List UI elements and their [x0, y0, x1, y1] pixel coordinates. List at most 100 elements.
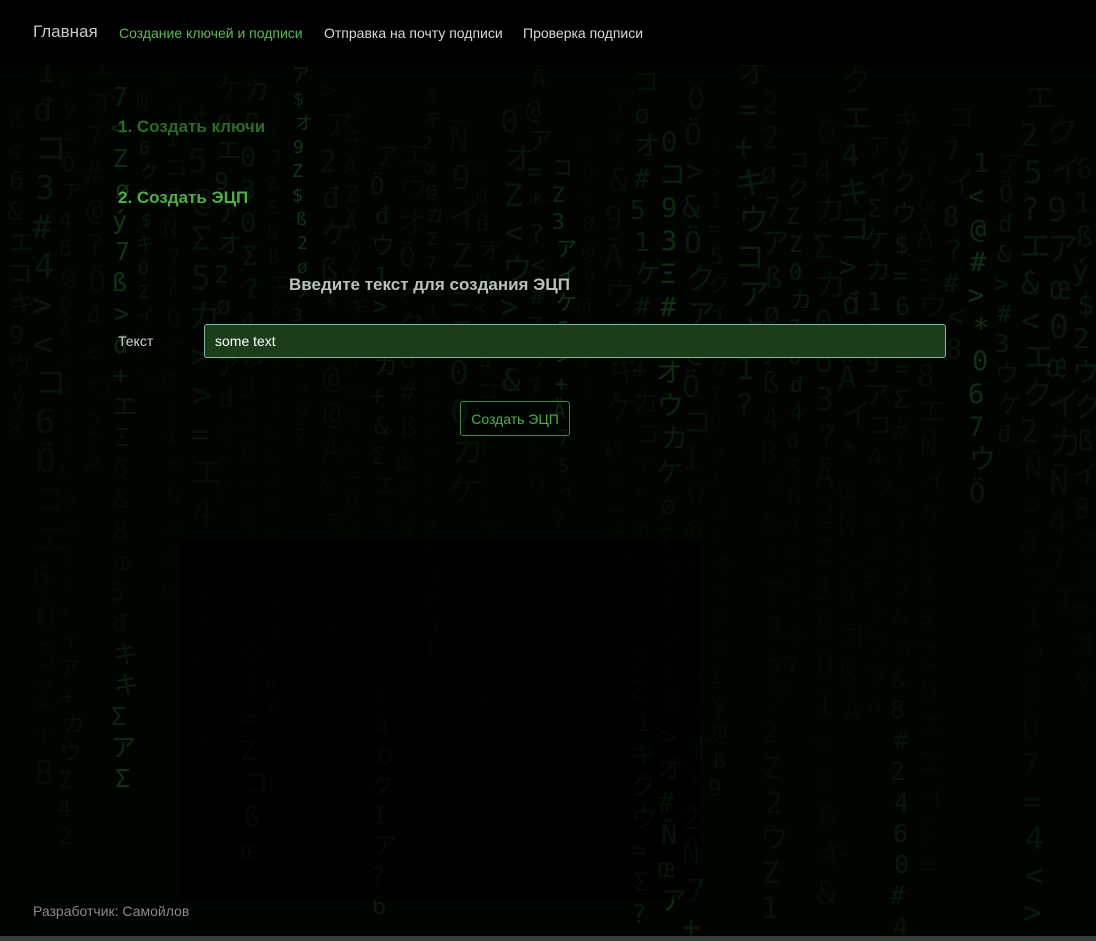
matrix-glyph: 9 — [708, 777, 721, 802]
matrix-glyph: ク — [348, 99, 370, 124]
nav-brand-home[interactable]: Главная — [33, 22, 98, 42]
matrix-glyph: & — [762, 506, 780, 540]
matrix-glyph: キ — [817, 836, 849, 874]
matrix-glyph: 2 — [319, 145, 337, 180]
matrix-glyph: 9 — [869, 659, 884, 688]
matrix-glyph: オ — [656, 358, 683, 389]
matrix-glyph: エ — [919, 709, 948, 743]
matrix-glyph: $ — [1077, 288, 1094, 321]
matrix-glyph: 4 — [894, 788, 909, 817]
matrix-glyph: 2 — [214, 477, 229, 506]
matrix-glyph: # — [864, 566, 879, 595]
matrix-glyph: ø — [660, 490, 676, 521]
matrix-glyph: = — [895, 354, 910, 383]
matrix-glyph: 4 — [708, 469, 721, 494]
create-signature-button[interactable]: Создать ЭЦП — [460, 401, 570, 436]
matrix-glyph: ? — [167, 244, 181, 272]
matrix-glyph: 2 — [1073, 322, 1090, 355]
matrix-glyph: ア — [865, 380, 890, 409]
matrix-glyph: ウ — [371, 232, 395, 260]
matrix-glyph: カ — [866, 256, 891, 285]
matrix-glyph: ý — [63, 97, 76, 122]
matrix-glyph: 0 — [240, 208, 256, 239]
matrix-glyph: # — [893, 416, 908, 445]
matrix-glyph: 5 — [630, 196, 646, 226]
matrix-glyph: + — [555, 372, 568, 396]
matrix-glyph: 2 — [1020, 414, 1039, 450]
matrix-glyph: @ — [86, 193, 104, 228]
matrix-glyph: Ä — [843, 693, 862, 729]
matrix-glyph: 2 — [1020, 118, 1039, 154]
matrix-glyph: Ξ — [581, 374, 594, 398]
matrix-glyph: * — [765, 541, 782, 575]
matrix-glyph: 4 — [786, 513, 799, 538]
matrix-glyph: $ — [292, 185, 303, 206]
matrix-glyph: ア — [891, 509, 916, 538]
matrix-glyph: 0 — [582, 212, 595, 236]
matrix-glyph: 8 — [1020, 525, 1039, 561]
matrix-glyph: エ — [712, 497, 734, 522]
step-create-signature[interactable]: 2. Создать ЭЦП — [118, 188, 248, 208]
matrix-glyph: đ — [58, 377, 72, 402]
matrix-glyph: コ — [1074, 560, 1096, 593]
matrix-glyph: ケ — [918, 499, 947, 533]
matrix-glyph: Ö — [682, 369, 700, 405]
matrix-glyph: * — [607, 123, 626, 161]
matrix-glyph: 0 — [789, 261, 802, 286]
matrix-glyph: ウ — [604, 275, 636, 313]
matrix-glyph: Ñ — [1024, 451, 1043, 487]
matrix-glyph: ケ — [708, 609, 730, 634]
matrix-glyph: ク — [293, 401, 311, 422]
matrix-glyph: * — [528, 188, 543, 217]
matrix-glyph: & — [997, 240, 1012, 268]
matrix-glyph: Ä — [918, 569, 935, 603]
matrix-glyph: * — [973, 313, 989, 344]
matrix-glyph: + — [370, 382, 384, 410]
matrix-glyph: Z — [452, 236, 472, 275]
matrix-glyph: ケ — [162, 334, 186, 362]
matrix-glyph: = — [920, 849, 937, 883]
matrix-glyph: ア — [556, 237, 577, 261]
matrix-glyph: 8 — [1074, 492, 1091, 525]
matrix-glyph: Σ — [115, 764, 130, 793]
matrix-glyph: コ — [8, 259, 33, 288]
matrix-glyph: キ — [423, 109, 441, 130]
nav-link-verify-signature[interactable]: Проверка подписи — [523, 25, 643, 41]
matrix-glyph: 8 — [917, 359, 934, 393]
matrix-glyph: 7 — [1021, 747, 1040, 783]
matrix-glyph: ア — [999, 150, 1023, 178]
matrix-glyph: 5 — [765, 646, 782, 680]
nav-link-create-keys-signature[interactable]: Создание ключей и подписи — [119, 25, 303, 41]
matrix-glyph: ウ — [1072, 356, 1096, 389]
matrix-glyph: ク — [1046, 112, 1079, 151]
matrix-glyph: Ñ — [163, 212, 177, 242]
matrix-glyph: ? — [424, 493, 435, 514]
matrix-glyph: Σ — [893, 447, 908, 476]
matrix-glyph: ý — [895, 137, 910, 166]
matrix-glyph: Ö — [687, 477, 705, 513]
matrix-glyph: ß — [762, 366, 779, 400]
matrix-glyph: ク — [708, 273, 730, 298]
matrix-glyph: & — [271, 297, 283, 319]
matrix-glyph: < — [968, 181, 984, 212]
matrix-glyph: 0 — [894, 850, 909, 879]
matrix-glyph: Ξ — [138, 354, 149, 375]
text-input[interactable] — [204, 324, 946, 358]
matrix-glyph: キ — [136, 234, 154, 255]
matrix-glyph: 6 — [1076, 152, 1093, 185]
matrix-glyph: # — [635, 292, 651, 322]
matrix-glyph: > — [32, 285, 52, 324]
matrix-glyph: ß — [112, 268, 127, 297]
matrix-glyph: ß — [713, 749, 726, 774]
matrix-glyph: 6 — [59, 237, 72, 262]
nav-link-send-signature-email[interactable]: Отправка на почту подписи — [324, 25, 503, 41]
matrix-glyph: = — [1023, 784, 1042, 820]
matrix-glyph: Σ — [242, 241, 258, 272]
matrix-glyph: オ — [865, 535, 890, 564]
matrix-glyph: ß — [62, 545, 75, 570]
matrix-glyph: 3 — [475, 464, 488, 489]
matrix-glyph: ケ — [217, 74, 242, 103]
matrix-glyph: Ö — [684, 225, 702, 261]
text-field-label: Текст — [118, 333, 154, 349]
step-create-keys[interactable]: 1. Создать ключи — [118, 117, 265, 137]
